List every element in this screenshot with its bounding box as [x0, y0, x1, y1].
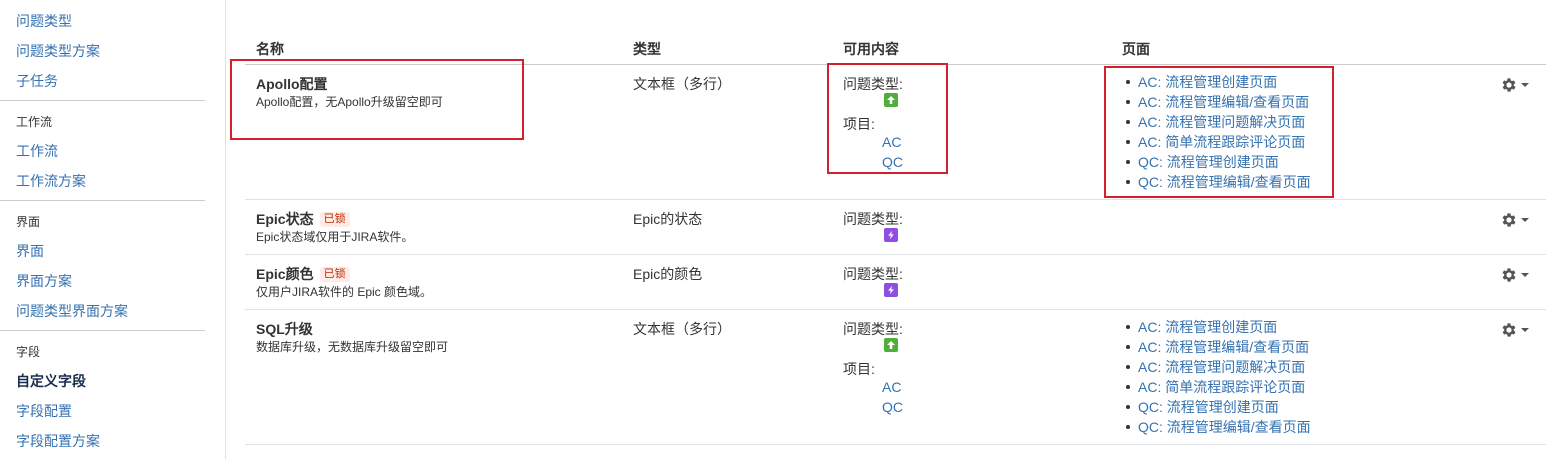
- locked-badge: 已锁: [319, 267, 350, 282]
- sidebar-item-field-configuration-schemes[interactable]: 字段配置方案: [16, 431, 100, 451]
- field-description: 仅用户JIRA软件的 Epic 颜色域。: [256, 285, 433, 299]
- field-type: 文本框（多行）: [633, 321, 731, 337]
- field-name: Epic状态 已锁: [256, 209, 350, 229]
- screen-list-item: AC: 流程管理创建页面: [1126, 317, 1311, 337]
- row-divider: [245, 199, 1546, 200]
- screen-link[interactable]: AC: 简单流程跟踪评论页面: [1138, 379, 1305, 395]
- sidebar-item-issue-types[interactable]: 问题类型: [16, 11, 72, 31]
- field-type: Epic的状态: [633, 211, 703, 227]
- sidebar-heading-fields: 字段: [16, 345, 41, 359]
- gear-icon: [1502, 78, 1516, 92]
- project-link[interactable]: QC: [882, 399, 903, 415]
- gear-icon: [1502, 323, 1516, 337]
- issue-type-label: 问题类型:: [843, 321, 903, 337]
- screen-link[interactable]: QC: 流程管理创建页面: [1138, 399, 1279, 415]
- field-type: Epic的颜色: [633, 266, 703, 282]
- sidebar-divider: [0, 100, 205, 101]
- field-description: Epic状态域仅用于JIRA软件。: [256, 230, 414, 244]
- gear-icon: [1502, 268, 1516, 282]
- sidebar-heading-workflows: 工作流: [16, 115, 53, 129]
- field-name: SQL升级: [256, 321, 313, 337]
- screen-link[interactable]: AC: 流程管理编辑/查看页面: [1138, 339, 1309, 355]
- row-divider: [245, 444, 1546, 445]
- screen-list: AC: 流程管理创建页面 AC: 流程管理编辑/查看页面 AC: 流程管理问题解…: [1122, 317, 1311, 437]
- screen-list-item: QC: 流程管理编辑/查看页面: [1126, 417, 1311, 437]
- sidebar-divider: [0, 200, 205, 201]
- screen-link[interactable]: AC: 流程管理问题解决页面: [1138, 359, 1305, 375]
- screen-list-item: AC: 流程管理编辑/查看页面: [1126, 337, 1311, 357]
- field-type: 文本框（多行）: [633, 76, 731, 92]
- column-header-screens: 页面: [1122, 41, 1150, 57]
- gear-icon: [1502, 213, 1516, 227]
- column-header-type: 类型: [633, 41, 661, 57]
- sidebar-heading-screens: 界面: [16, 215, 41, 229]
- highlight-box: [827, 63, 948, 174]
- sidebar-item-issue-type-screen-schemes[interactable]: 问题类型界面方案: [16, 301, 128, 321]
- chevron-down-icon: [1521, 328, 1529, 332]
- admin-sidebar: 问题类型 问题类型方案 子任务 工作流 工作流 工作流方案 界面 界面 界面方案…: [0, 0, 226, 459]
- column-header-context: 可用内容: [843, 41, 899, 57]
- field-actions-button[interactable]: [1500, 320, 1532, 340]
- chevron-down-icon: [1521, 83, 1529, 87]
- epic-lightning-icon: [884, 283, 898, 297]
- sidebar-item-workflows[interactable]: 工作流: [16, 141, 58, 161]
- issue-type-label: 问题类型:: [843, 266, 903, 282]
- epic-lightning-icon: [884, 228, 898, 242]
- field-actions-button[interactable]: [1500, 75, 1532, 95]
- sidebar-item-screens[interactable]: 界面: [16, 241, 44, 261]
- screen-link[interactable]: QC: 流程管理编辑/查看页面: [1138, 419, 1311, 435]
- project-label: 项目:: [843, 361, 875, 377]
- sidebar-item-field-configurations[interactable]: 字段配置: [16, 401, 72, 421]
- row-divider: [245, 309, 1546, 310]
- locked-badge: 已锁: [319, 212, 350, 227]
- screen-list-item: QC: 流程管理创建页面: [1126, 397, 1311, 417]
- project-link[interactable]: AC: [882, 379, 901, 395]
- sidebar-item-subtasks[interactable]: 子任务: [16, 71, 58, 91]
- screen-list-item: AC: 简单流程跟踪评论页面: [1126, 377, 1311, 397]
- row-divider: [245, 254, 1546, 255]
- chevron-down-icon: [1521, 273, 1529, 277]
- sidebar-item-custom-fields[interactable]: 自定义字段: [16, 371, 86, 391]
- sidebar-item-screen-schemes[interactable]: 界面方案: [16, 271, 72, 291]
- chevron-down-icon: [1521, 218, 1529, 222]
- story-arrow-up-icon: [884, 338, 898, 352]
- screen-link[interactable]: AC: 流程管理创建页面: [1138, 319, 1277, 335]
- issue-type-label: 问题类型:: [843, 211, 903, 227]
- highlight-box: [1104, 66, 1334, 198]
- sidebar-divider: [0, 330, 205, 331]
- field-actions-button[interactable]: [1500, 265, 1532, 285]
- field-description: 数据库升级，无数据库升级留空即可: [256, 340, 449, 354]
- field-actions-button[interactable]: [1500, 210, 1532, 230]
- column-header-name: 名称: [256, 41, 284, 57]
- screen-list-item: AC: 流程管理问题解决页面: [1126, 357, 1311, 377]
- sidebar-item-workflow-schemes[interactable]: 工作流方案: [16, 171, 86, 191]
- sidebar-item-issue-type-schemes[interactable]: 问题类型方案: [16, 41, 100, 61]
- highlight-box: [230, 59, 524, 140]
- field-name: Epic颜色 已锁: [256, 264, 350, 284]
